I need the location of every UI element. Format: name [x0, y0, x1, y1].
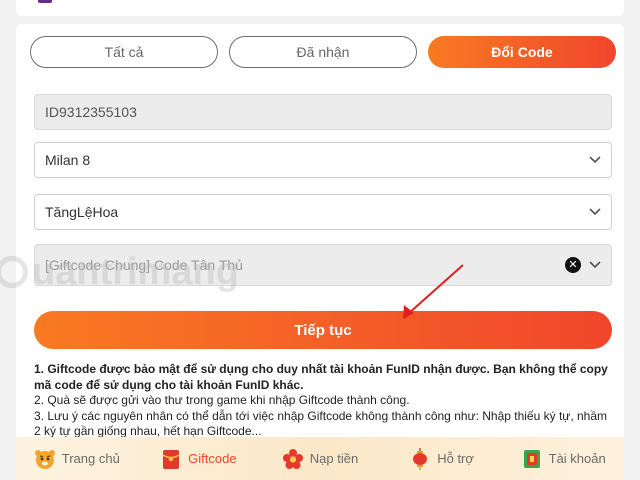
server-value: Milan 8: [45, 152, 91, 168]
nav-home[interactable]: Trang chủ: [16, 437, 138, 480]
notes: 1. Giftcode được bảo mật để sử dụng cho …: [34, 362, 612, 440]
tab-all[interactable]: Tất cả: [30, 36, 218, 68]
server-select[interactable]: Milan 8: [34, 142, 612, 178]
giftcode-select[interactable]: [Giftcode Chung] Code Tân Thủ ✕: [34, 244, 612, 286]
nav-account[interactable]: Tài khoản: [502, 437, 624, 480]
clear-icon[interactable]: ✕: [565, 257, 581, 273]
user-id-value: ID9312355103: [45, 104, 137, 120]
nav-account-label: Tài khoản: [548, 451, 606, 466]
nav-topup-label: Nạp tiền: [309, 451, 359, 466]
account-card-icon: [523, 449, 540, 468]
note-1: 1. Giftcode được bảo mật để sử dụng cho …: [34, 362, 608, 392]
tiger-icon: [34, 449, 55, 469]
nav-giftcode[interactable]: Giftcode: [138, 437, 260, 480]
top-card: [16, 0, 624, 16]
character-select[interactable]: TăngLệHoa: [34, 194, 612, 230]
nav-home-label: Trang chủ: [61, 451, 120, 466]
nav-topup[interactable]: Nạp tiền: [259, 437, 381, 480]
bottom-nav: Trang chủ Giftcode Nạp tiền Hỗ trợ Tài k…: [16, 437, 624, 480]
flower-icon: [282, 448, 303, 469]
logo-fragment: [38, 0, 52, 3]
nav-giftcode-label: Giftcode: [188, 451, 237, 466]
continue-button[interactable]: Tiếp tục: [34, 311, 612, 349]
note-3: 3. Lưu ý các nguyên nhân có thể dẫn tới …: [34, 408, 607, 439]
chevron-down-icon: [589, 208, 601, 216]
character-value: TăngLệHoa: [45, 204, 119, 220]
chevron-down-icon: [589, 156, 601, 164]
nav-support[interactable]: Hỗ trợ: [381, 437, 503, 480]
lantern-icon: [413, 447, 428, 470]
user-id-field: ID9312355103: [34, 94, 612, 130]
giftcode-value: [Giftcode Chung] Code Tân Thủ: [45, 257, 243, 273]
tab-received[interactable]: Đã nhận: [229, 36, 417, 68]
red-envelope-icon: [162, 449, 180, 469]
note-2: 2. Quà sẽ được gửi vào thư trong game kh…: [34, 393, 410, 407]
chevron-down-icon: [589, 261, 601, 269]
nav-support-label: Hỗ trợ: [437, 451, 474, 466]
tab-redeem-code[interactable]: Đổi Code: [428, 36, 616, 68]
